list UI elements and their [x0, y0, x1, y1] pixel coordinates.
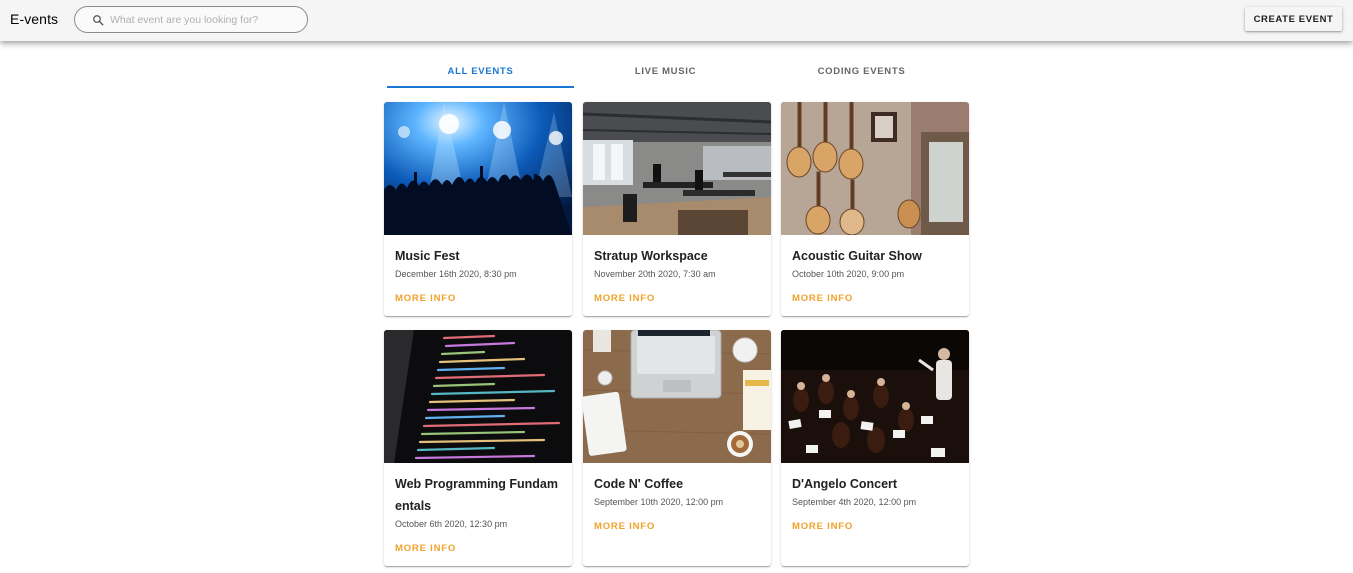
event-date: October 10th 2020, 9:00 pm	[792, 269, 905, 279]
category-tabs: ALL EVENTS LIVE MUSIC CODING EVENTS	[387, 54, 957, 88]
event-card: Stratup Workspace November 20th 2020, 7:…	[583, 102, 771, 316]
event-title: Acoustic Guitar Show	[792, 249, 922, 263]
more-info-button[interactable]: MORE INFO	[594, 521, 655, 532]
search-icon	[93, 14, 104, 25]
event-card: Web Programming Fundamentals October 6th…	[384, 330, 572, 566]
event-date: September 10th 2020, 12:00 pm	[594, 497, 724, 507]
event-card: Acoustic Guitar Show October 10th 2020, …	[781, 102, 969, 316]
event-title: Stratup Workspace	[594, 249, 708, 263]
event-image-laptop-coffee[interactable]	[583, 330, 771, 463]
event-date: October 6th 2020, 12:30 pm	[395, 519, 508, 529]
search-input[interactable]	[110, 13, 300, 26]
tab-all-events[interactable]: ALL EVENTS	[387, 54, 574, 88]
event-image-guitar-wall[interactable]	[781, 102, 969, 235]
search-box[interactable]	[74, 6, 308, 33]
more-info-button[interactable]: MORE INFO	[792, 293, 853, 304]
event-image-office-workspace[interactable]	[583, 102, 771, 235]
event-date: December 16th 2020, 8:30 pm	[395, 269, 517, 279]
app-brand[interactable]: E-vents	[10, 11, 58, 27]
more-info-button[interactable]: MORE INFO	[395, 543, 456, 554]
event-card: D'Angelo Concert September 4th 2020, 12:…	[781, 330, 969, 566]
more-info-button[interactable]: MORE INFO	[395, 293, 456, 304]
event-image-orchestra[interactable]	[781, 330, 969, 463]
event-title: Music Fest	[395, 249, 460, 263]
app-bar: E-vents CREATE EVENT	[0, 0, 1353, 41]
event-card: Code N' Coffee September 10th 2020, 12:0…	[583, 330, 771, 566]
event-title: Code N' Coffee	[594, 477, 684, 491]
active-tab-indicator	[387, 86, 574, 88]
event-title: D'Angelo Concert	[792, 477, 898, 491]
create-event-button[interactable]: CREATE EVENT	[1245, 7, 1342, 31]
event-image-code-screen[interactable]	[384, 330, 572, 463]
event-date: November 20th 2020, 7:30 am	[594, 269, 716, 279]
event-title: Web Programming Fundamentals	[395, 477, 558, 513]
more-info-button[interactable]: MORE INFO	[792, 521, 853, 532]
event-image-concert-crowd[interactable]	[384, 102, 572, 235]
tab-live-music[interactable]: LIVE MUSIC	[572, 54, 759, 88]
more-info-button[interactable]: MORE INFO	[594, 293, 655, 304]
event-date: September 4th 2020, 12:00 pm	[792, 497, 917, 507]
event-card: Music Fest December 16th 2020, 8:30 pm M…	[384, 102, 572, 316]
tab-coding-events[interactable]: CODING EVENTS	[768, 54, 955, 88]
